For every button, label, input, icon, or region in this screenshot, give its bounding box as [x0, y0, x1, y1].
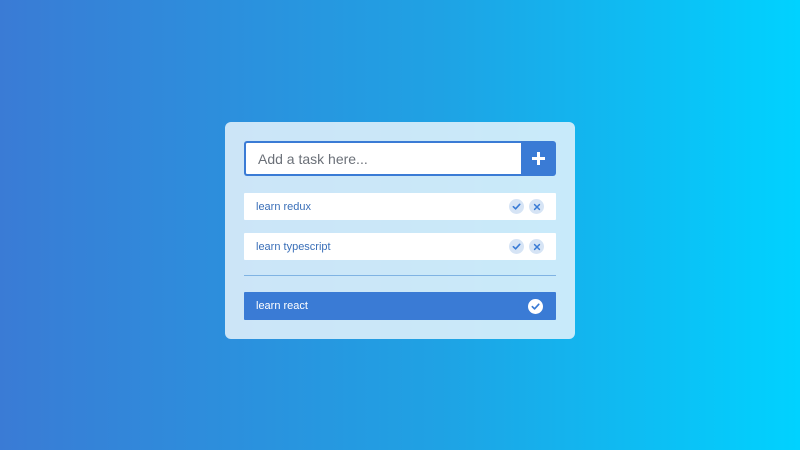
complete-task-button[interactable]: [509, 239, 524, 254]
complete-task-button[interactable]: [509, 199, 524, 214]
check-icon: [512, 203, 521, 210]
todo-item-label: learn redux: [256, 200, 312, 213]
check-icon: [512, 243, 521, 250]
section-divider: [244, 275, 556, 276]
close-icon: [533, 203, 540, 210]
check-circle-icon: [531, 302, 540, 310]
todo-item-label: learn typescript: [256, 240, 331, 253]
task-input[interactable]: [244, 141, 521, 176]
todo-card: learn redux learn typescript: [225, 122, 575, 339]
completed-item: learn react: [244, 292, 556, 320]
uncomplete-task-button[interactable]: [528, 298, 543, 314]
delete-task-button[interactable]: [529, 199, 544, 214]
add-task-row: [244, 141, 556, 176]
add-task-button[interactable]: [521, 141, 556, 176]
todo-item: learn typescript: [244, 233, 556, 260]
plus-icon: [532, 152, 545, 165]
todo-item: learn redux: [244, 193, 556, 220]
completed-item-label: learn react: [256, 300, 308, 312]
close-icon: [533, 243, 540, 250]
delete-task-button[interactable]: [529, 239, 544, 254]
